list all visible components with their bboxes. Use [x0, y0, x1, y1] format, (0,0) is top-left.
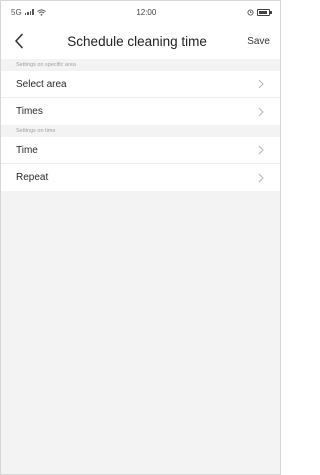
status-time: 12:00 — [136, 7, 157, 17]
chevron-right-icon — [258, 145, 264, 155]
select-area-row[interactable]: Select area — [1, 71, 280, 98]
navigation-bar: Schedule cleaning time Save — [1, 23, 280, 59]
repeat-row[interactable]: Repeat — [1, 164, 280, 191]
time-row[interactable]: Time — [1, 137, 280, 164]
chevron-right-icon — [258, 79, 264, 89]
settings-group-time: Time Repeat — [1, 137, 280, 191]
status-right-indicators — [247, 8, 272, 16]
back-button[interactable] — [9, 31, 29, 51]
times-row[interactable]: Times — [1, 98, 280, 125]
row-label: Repeat — [16, 172, 49, 183]
status-bar: 5G 12:00 — [1, 1, 280, 23]
row-label: Times — [16, 106, 43, 117]
section-header-time: Settings on time — [1, 125, 280, 137]
page-title: Schedule cleaning time — [67, 33, 207, 49]
chevron-right-icon — [258, 107, 264, 117]
save-button[interactable]: Save — [245, 32, 272, 51]
alarm-icon — [247, 8, 254, 16]
row-label: Time — [16, 144, 38, 156]
phone-screen: 5G 12:00 Schedule cleaning time Save Set… — [0, 0, 281, 475]
battery-icon — [256, 8, 272, 16]
section-header-area: Settings on specific area — [1, 59, 280, 71]
status-left-indicators: 5G — [11, 8, 46, 17]
chevron-left-icon — [15, 33, 23, 49]
settings-group-area: Select area Times — [1, 71, 280, 125]
carrier-signal-label: 5G — [11, 7, 22, 17]
row-label: Select area — [16, 78, 67, 90]
chevron-right-icon — [258, 173, 264, 183]
wifi-icon — [36, 8, 46, 16]
signal-icon — [24, 9, 34, 15]
